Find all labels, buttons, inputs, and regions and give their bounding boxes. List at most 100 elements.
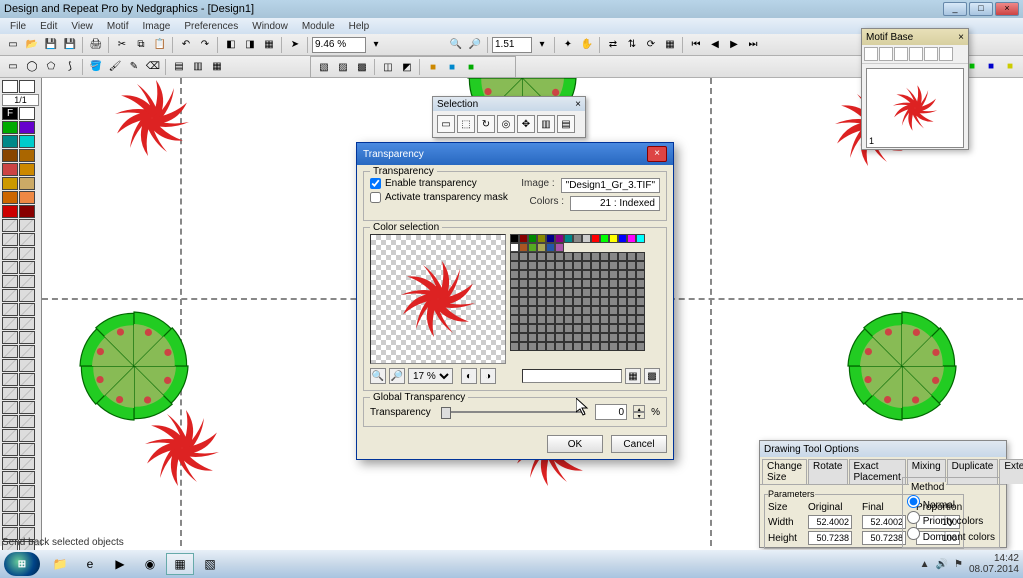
start-button[interactable]: ⊞ — [4, 552, 40, 576]
redo-icon[interactable]: ↷ — [196, 36, 214, 54]
pal-empty[interactable] — [2, 317, 18, 330]
zoom-out-icon[interactable]: 🔍 — [370, 368, 386, 384]
task-app-icon[interactable]: ▦ — [166, 553, 194, 575]
gray-swatch-grid[interactable] — [510, 252, 660, 351]
zoom-dropdown-icon[interactable]: ▾ — [367, 36, 385, 54]
undo-icon[interactable]: ↶ — [177, 36, 195, 54]
pal-swatch[interactable] — [2, 135, 18, 148]
selection-panel[interactable]: Selection× ▭ ⬚ ↻ ◎ ✥ ▥ ▤ — [432, 96, 586, 138]
pal-swatch[interactable] — [19, 163, 35, 176]
pal-empty[interactable] — [19, 317, 35, 330]
tool2-icon[interactable]: ◨ — [241, 36, 259, 54]
pal-empty[interactable] — [19, 303, 35, 316]
menu-module[interactable]: Module — [296, 20, 341, 33]
task-media-icon[interactable]: ▶ — [106, 553, 134, 575]
pal-empty[interactable] — [19, 457, 35, 470]
next-icon[interactable]: ▶ — [725, 36, 743, 54]
pal-empty[interactable] — [2, 303, 18, 316]
minimize-button[interactable]: _ — [943, 2, 967, 16]
sel-lasso-icon[interactable]: ⟆ — [61, 58, 79, 76]
mb-tool-icon[interactable] — [864, 47, 878, 61]
motif-base-close-icon[interactable]: × — [958, 32, 964, 43]
width-orig-input[interactable] — [808, 515, 852, 529]
tray-icon[interactable]: ▲ — [920, 559, 930, 570]
height-orig-input[interactable] — [808, 531, 852, 545]
remove-color-icon[interactable]: ▩ — [644, 368, 660, 384]
maximize-button[interactable]: □ — [969, 2, 993, 16]
menu-window[interactable]: Window — [246, 20, 294, 33]
scale-dropdown-icon[interactable]: ▾ — [533, 36, 551, 54]
pal-empty[interactable] — [2, 415, 18, 428]
pal-empty[interactable] — [2, 387, 18, 400]
cut-icon[interactable]: ✂ — [113, 36, 131, 54]
pal-empty[interactable] — [19, 373, 35, 386]
pal-empty[interactable] — [19, 261, 35, 274]
mb-tool-icon[interactable] — [939, 47, 953, 61]
pal-empty[interactable] — [19, 289, 35, 302]
pal-swatch[interactable] — [19, 205, 35, 218]
zoom-in-icon[interactable]: 🔎 — [466, 36, 484, 54]
pal-empty[interactable] — [19, 219, 35, 232]
save-as-icon[interactable]: 💾 — [61, 36, 79, 54]
eraser-icon[interactable]: ⌫ — [144, 58, 162, 76]
width-final-input[interactable] — [862, 515, 906, 529]
spin-up-icon[interactable]: ▴ — [633, 405, 645, 412]
pal-empty[interactable] — [2, 499, 18, 512]
tool-icon[interactable]: ◧ — [222, 36, 240, 54]
activate-mask-checkbox[interactable]: Activate transparency mask — [370, 192, 521, 203]
drawing-tool-options-panel[interactable]: Drawing Tool Options Change Size Rotate … — [759, 440, 1007, 548]
pal-swatch[interactable] — [19, 149, 35, 162]
pal-empty[interactable] — [2, 275, 18, 288]
pal-swatch[interactable] — [2, 163, 18, 176]
new-icon[interactable]: ▭ — [4, 36, 22, 54]
height-final-input[interactable] — [862, 531, 906, 545]
wand-icon[interactable]: ✦ — [559, 36, 577, 54]
prev-icon[interactable]: ◀ — [706, 36, 724, 54]
menu-help[interactable]: Help — [343, 20, 376, 33]
menu-motif[interactable]: Motif — [101, 20, 135, 33]
eyedrop-icon[interactable]: ◐ — [461, 368, 477, 384]
pencil-icon[interactable]: ✎ — [125, 58, 143, 76]
sub-icon[interactable]: ▩ — [353, 58, 371, 76]
pal-empty[interactable] — [19, 513, 35, 526]
sub-icon[interactable]: ▨ — [334, 58, 352, 76]
open-icon[interactable]: 📂 — [23, 36, 41, 54]
layer3-icon[interactable]: ▦ — [208, 58, 226, 76]
pal-empty[interactable] — [2, 359, 18, 372]
paste-icon[interactable]: 📋 — [151, 36, 169, 54]
tool3-icon[interactable]: ▦ — [260, 36, 278, 54]
pal-empty[interactable] — [2, 373, 18, 386]
motif-preview[interactable]: 1 — [866, 68, 964, 148]
sel-poly-icon[interactable]: ⬠ — [42, 58, 60, 76]
motif-base-panel[interactable]: Motif Base× 1 — [861, 28, 969, 150]
sel-oval-icon[interactable]: ◯ — [23, 58, 41, 76]
spin-down-icon[interactable]: ▾ — [633, 412, 645, 419]
pal-empty[interactable] — [19, 485, 35, 498]
dialog-close-button[interactable]: × — [647, 146, 667, 162]
pal-empty[interactable] — [19, 401, 35, 414]
pal-empty[interactable] — [19, 345, 35, 358]
pal-empty[interactable] — [2, 233, 18, 246]
mb-tool-icon[interactable] — [924, 47, 938, 61]
pal-empty[interactable] — [2, 457, 18, 470]
pal-empty[interactable] — [19, 275, 35, 288]
cancel-button[interactable]: Cancel — [611, 435, 667, 453]
sub-icon[interactable]: ■ — [443, 58, 461, 76]
mb-tool-icon[interactable] — [909, 47, 923, 61]
hand-icon[interactable]: ✋ — [578, 36, 596, 54]
zoom-in-icon[interactable]: 🔎 — [389, 368, 405, 384]
tray-icon[interactable]: ⚑ — [954, 559, 963, 570]
pal-empty[interactable] — [19, 471, 35, 484]
task-explorer-icon[interactable]: 📁 — [46, 553, 74, 575]
pal-swatch[interactable] — [19, 107, 35, 120]
zoom-out-icon[interactable]: 🔍 — [447, 36, 465, 54]
tab-change-size[interactable]: Change Size — [762, 459, 807, 484]
pal-empty[interactable] — [2, 247, 18, 260]
sel-tool-icon[interactable]: ▭ — [437, 115, 455, 133]
copy-icon[interactable]: ⧉ — [132, 36, 150, 54]
tab-rotate[interactable]: Rotate — [808, 459, 847, 484]
tray-icon[interactable]: 🔊 — [936, 559, 948, 570]
pal-swatch[interactable] — [2, 177, 18, 190]
pal-empty[interactable] — [19, 247, 35, 260]
tray-time[interactable]: 14:42 — [969, 553, 1019, 564]
